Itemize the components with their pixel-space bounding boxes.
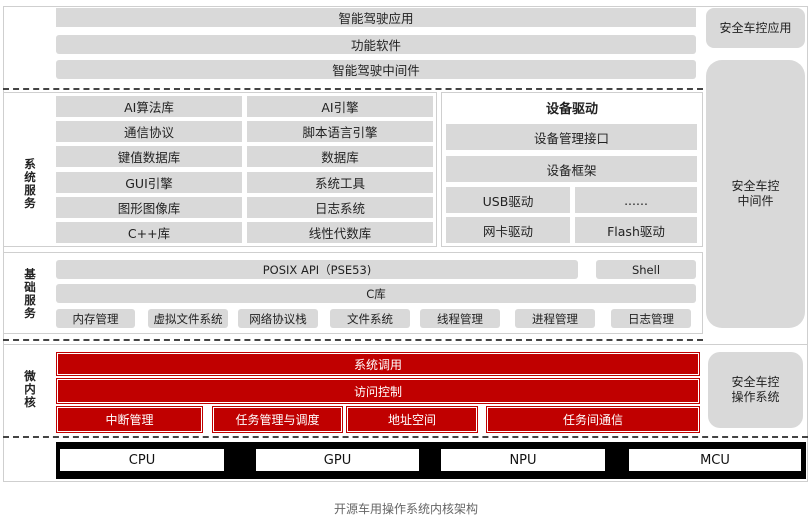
system-service-item: 线性代数库 xyxy=(247,222,433,243)
safety-os-label: 安全车控操作系统 xyxy=(731,375,780,404)
driver-usb: USB驱动 xyxy=(446,187,570,213)
basic-service-module: 文件系统 xyxy=(330,309,410,328)
system-service-item: 数据库 xyxy=(247,146,433,167)
system-service-item: 通信协议 xyxy=(56,121,242,142)
safety-vehicle-control-app: 安全车控应用 xyxy=(706,8,805,48)
system-service-item: 图形图像库 xyxy=(56,197,242,218)
basic-service-module: 网络协议栈 xyxy=(238,309,318,328)
basic-service-module: 进程管理 xyxy=(515,309,595,328)
driver-nic: 网卡驱动 xyxy=(446,217,570,243)
posix-api: POSIX API（PSE53) xyxy=(56,260,578,279)
safety-middleware-label: 安全车控中间件 xyxy=(731,179,780,208)
system-service-item: C++库 xyxy=(56,222,242,243)
system-service-item: GUI引擎 xyxy=(56,172,242,193)
shell: Shell xyxy=(596,260,696,279)
basic-service-module: 虚拟文件系统 xyxy=(148,309,228,328)
driver-more: ...... xyxy=(575,187,697,213)
figure-caption: 开源车用操作系统内核架构 xyxy=(333,502,478,516)
safety-vehicle-control-middleware: 安全车控中间件 xyxy=(706,60,805,328)
device-driver-title: 设备驱动 xyxy=(545,102,598,117)
basic-service-module: 线程管理 xyxy=(420,309,500,328)
system-service-item: AI引擎 xyxy=(247,96,433,117)
system-service-item: 键值数据库 xyxy=(56,146,242,167)
basic-service-module: 内存管理 xyxy=(56,309,135,328)
c-library: C库 xyxy=(56,284,696,303)
app-layer-row: 智能驾驶应用 xyxy=(56,8,696,27)
device-framework: 设备框架 xyxy=(446,156,697,182)
kernel-access-control: 访问控制 xyxy=(56,378,700,404)
system-services-label: 系统服务 xyxy=(24,157,36,210)
layer-divider xyxy=(3,88,703,90)
kernel-module: 任务管理与调度 xyxy=(212,406,343,433)
hardware-npu: NPU xyxy=(441,449,605,471)
basic-services-label: 基础服务 xyxy=(24,267,36,320)
app-layer-row: 智能驾驶中间件 xyxy=(56,60,696,79)
kernel-module: 地址空间 xyxy=(346,406,478,433)
system-service-item: 系统工具 xyxy=(247,172,433,193)
system-service-item: 日志系统 xyxy=(247,197,433,218)
system-service-item: 脚本语言引擎 xyxy=(247,121,433,142)
microkernel-label: 微内核 xyxy=(24,369,36,409)
basic-service-module: 日志管理 xyxy=(611,309,691,328)
safety-vehicle-control-os: 安全车控操作系统 xyxy=(708,352,803,428)
kernel-module: 中断管理 xyxy=(56,406,203,433)
kernel-syscall: 系统调用 xyxy=(56,352,700,376)
driver-flash: Flash驱动 xyxy=(575,217,697,243)
hardware-mcu: MCU xyxy=(629,449,801,471)
device-management-interface: 设备管理接口 xyxy=(446,124,697,150)
layer-divider xyxy=(3,436,808,438)
app-layer-row: 功能软件 xyxy=(56,35,696,54)
hardware-cpu: CPU xyxy=(60,449,224,471)
layer-divider xyxy=(3,339,703,341)
hardware-gpu: GPU xyxy=(256,449,419,471)
system-service-item: AI算法库 xyxy=(56,96,242,117)
kernel-module: 任务间通信 xyxy=(486,406,700,433)
